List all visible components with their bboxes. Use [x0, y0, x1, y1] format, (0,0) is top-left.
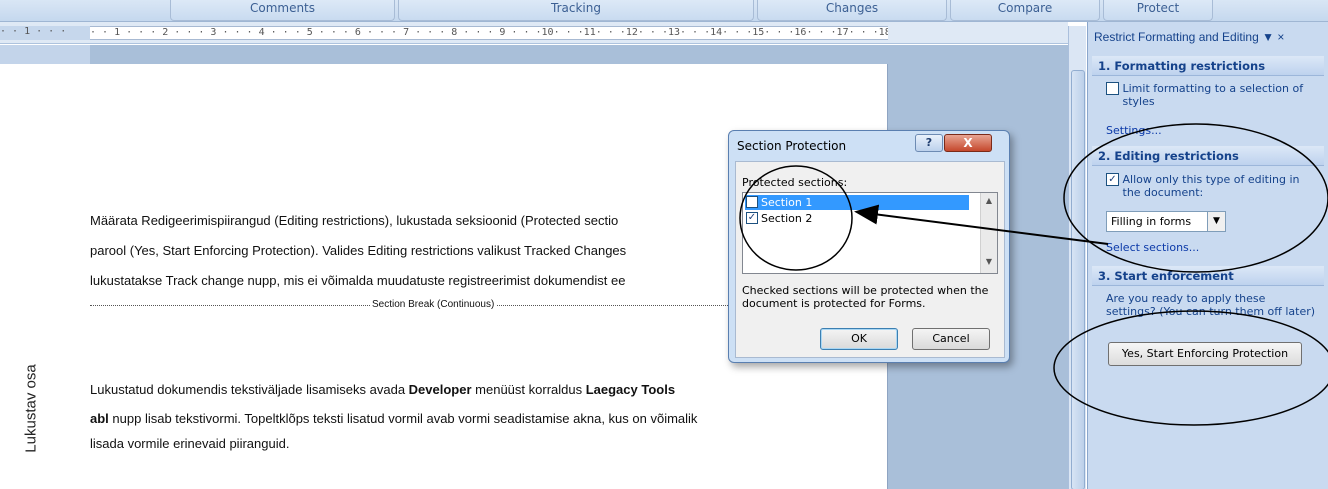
locked-part-label: Lukustav osa [22, 364, 40, 453]
ribbon-group-changes[interactable]: Changes [757, 0, 947, 21]
start-enforcing-button[interactable]: Yes, Start Enforcing Protection [1108, 342, 1302, 366]
chevron-down-icon[interactable]: ▼ [1207, 212, 1225, 231]
section-break: Section Break (Continuous) [90, 299, 790, 310]
settings-link[interactable]: Settings... [1106, 124, 1162, 137]
doc-paragraph-2-line-2[interactable]: abl nupp lisab tekstivormi. Topeltklõps … [90, 406, 697, 432]
word-window: Comments Tracking Changes Compare Protec… [0, 0, 1328, 489]
ribbon-group-tracking[interactable]: Tracking [398, 0, 754, 21]
editing-restrictions-header: 2. Editing restrictions [1092, 146, 1324, 166]
limit-formatting-checkbox[interactable] [1106, 82, 1119, 95]
developer-word: Developer [408, 382, 472, 397]
list-item-section-2[interactable]: ✓ Section 2 [745, 211, 969, 226]
doc-paragraph-1-line-1[interactable]: Määrata Redigeerimispiirangud (Editing r… [90, 208, 618, 234]
list-item-section-1[interactable]: Section 1 [745, 195, 969, 210]
sections-list[interactable]: Section 1 ✓ Section 2 ▲ ▼ [742, 192, 998, 274]
ruler-scale[interactable]: · · 1 · · · 2 · · · 3 · · · 4 · · · 5 · … [90, 26, 888, 40]
scroll-down-icon[interactable]: ▼ [981, 257, 997, 266]
protected-sections-label: Protected sections: [742, 176, 848, 189]
pane-menu-icon[interactable]: ▼ [1262, 30, 1274, 44]
ok-button[interactable]: OK [820, 328, 898, 350]
section-protection-dialog: Section Protection ? X Protected section… [728, 130, 1010, 363]
doc-paragraph-2-line-3[interactable]: lisada vormile erinevaid piiranguid. [90, 431, 289, 457]
doc-paragraph-2-line-1[interactable]: Lukustatud dokumendis tekstiväljade lisa… [90, 377, 675, 403]
dialog-title: Section Protection [737, 139, 847, 153]
doc-paragraph-1-line-2[interactable]: parool (Yes, Start Enforcing Protection)… [90, 238, 626, 264]
pane-title[interactable]: Restrict Formatting and Editing ▼ × [1094, 30, 1284, 44]
list-scrollbar[interactable]: ▲ ▼ [980, 193, 997, 273]
ruler-margin-left: · · 1 · · · [0, 26, 90, 40]
allow-only-checkbox[interactable]: ✓ [1106, 173, 1119, 186]
close-button[interactable]: X [944, 134, 992, 152]
help-button[interactable]: ? [915, 134, 943, 152]
section-1-checkbox[interactable] [746, 196, 758, 208]
formatting-restrictions-header: 1. Formatting restrictions [1092, 56, 1324, 76]
section-2-checkbox[interactable]: ✓ [746, 212, 758, 224]
section-break-label: Section Break (Continuous) [370, 299, 497, 310]
allow-only-option[interactable]: ✓ Allow only this type of editing in the… [1106, 173, 1316, 199]
ready-text: Are you ready to apply these settings? (… [1106, 292, 1316, 318]
select-sections-link[interactable]: Select sections... [1106, 241, 1199, 254]
ribbon-group-protect[interactable]: Protect [1103, 0, 1213, 21]
scroll-up-icon[interactable]: ▲ [981, 196, 997, 205]
start-enforcement-header: 3. Start enforcement [1092, 266, 1324, 286]
page-top-margin [0, 45, 90, 64]
ribbon-bar: Comments Tracking Changes Compare Protec… [0, 0, 1328, 22]
legacy-tools-word: Laegacy Tools [585, 382, 676, 397]
scrollbar-thumb[interactable] [1071, 70, 1085, 489]
pane-close-icon[interactable]: × [1277, 30, 1284, 44]
doc-paragraph-1-line-3[interactable]: lukustatakse Track change nupp, mis ei v… [90, 268, 625, 294]
ribbon-group-comments[interactable]: Comments [170, 0, 395, 21]
ribbon-group-compare[interactable]: Compare [950, 0, 1100, 21]
limit-formatting-option[interactable]: Limit formatting to a selection of style… [1106, 82, 1316, 108]
editing-type-dropdown[interactable]: Filling in forms ▼ [1106, 211, 1226, 232]
dialog-note: Checked sections will be protected when … [742, 284, 989, 310]
dialog-body: Protected sections: Section 1 ✓ Section 2… [735, 161, 1005, 358]
vertical-scrollbar[interactable] [1068, 26, 1086, 489]
restrict-editing-pane: Restrict Formatting and Editing ▼ × 1. F… [1087, 22, 1328, 489]
cancel-button[interactable]: Cancel [912, 328, 990, 350]
